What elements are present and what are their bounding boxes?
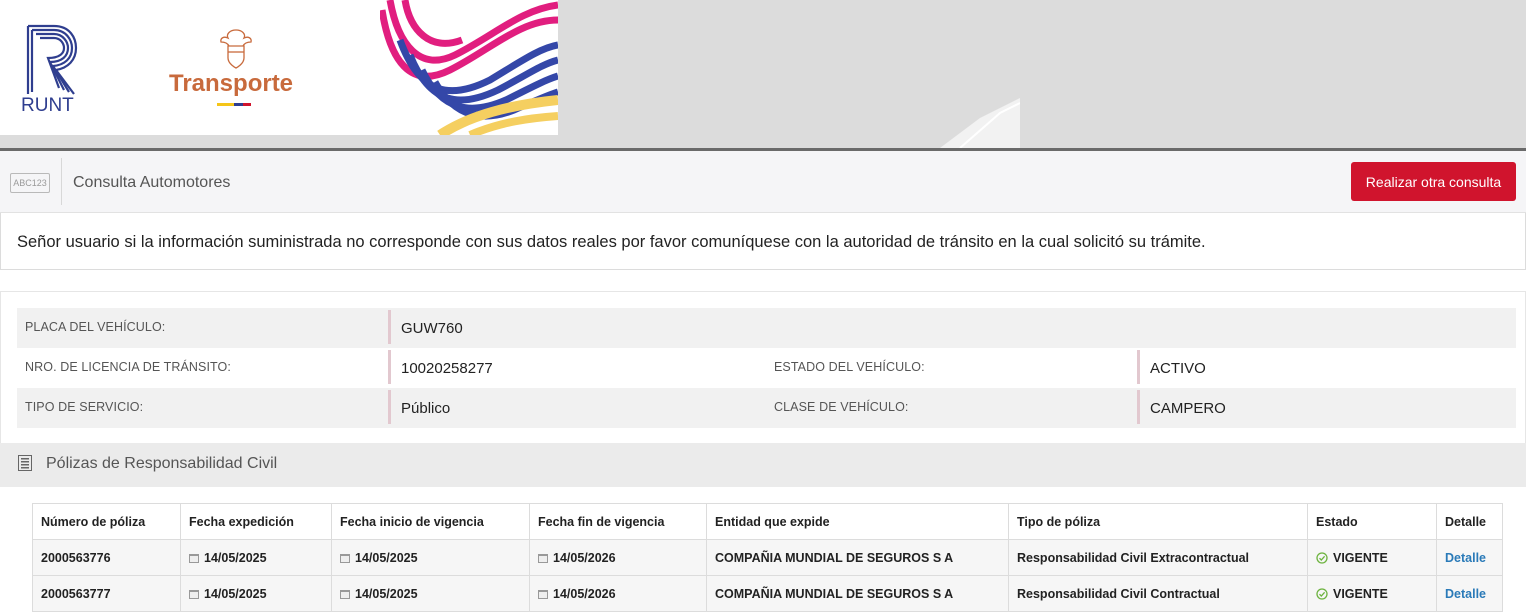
placa-label: PLACA DEL VEHÍCULO:	[25, 320, 166, 334]
fecha-expedicion: 14/05/2025	[204, 550, 267, 565]
col-expedicion: Fecha expedición	[180, 503, 332, 540]
detalle-link[interactable]: Detalle	[1445, 587, 1486, 601]
calendar-icon	[538, 589, 548, 599]
table-row: 2000563777 14/05/2025 14/05/2025 14/05/2…	[32, 575, 1503, 612]
calendar-icon	[189, 589, 199, 599]
col-inicio: Fecha inicio de vigencia	[331, 503, 530, 540]
placa-value: GUW760	[388, 310, 463, 344]
info-row-licencia: NRO. DE LICENCIA DE TRÁNSITO: 1002025827…	[17, 348, 1516, 388]
polizas-table: Número de póliza Fecha expedición Fecha …	[32, 503, 1503, 612]
fecha-expedicion-cell: 14/05/2025	[180, 575, 332, 612]
list-document-icon	[18, 455, 32, 471]
info-row-servicio: TIPO DE SERVICIO: Público CLASE DE VEHÍC…	[17, 388, 1516, 428]
decorative-waves	[380, 0, 558, 135]
check-circle-icon	[1316, 587, 1328, 600]
coat-of-arms-icon	[220, 29, 252, 69]
info-row-placa: PLACA DEL VEHÍCULO: GUW760	[17, 308, 1516, 348]
estado-value: VIGENTE	[1333, 550, 1388, 565]
calendar-icon	[189, 553, 199, 563]
entidad: COMPAÑIA MUNDIAL DE SEGUROS S A	[706, 539, 1009, 576]
col-fin: Fecha fin de vigencia	[529, 503, 707, 540]
ministry-logo-text: Transporte	[169, 70, 294, 97]
new-query-button[interactable]: Realizar otra consulta	[1351, 162, 1516, 201]
servicio-label: TIPO DE SERVICIO:	[25, 400, 144, 414]
fecha-fin: 14/05/2026	[553, 550, 616, 565]
fecha-expedicion: 14/05/2025	[204, 586, 267, 601]
decorative-mountain	[940, 98, 1020, 148]
fecha-inicio: 14/05/2025	[355, 550, 418, 565]
tipo-poliza: Responsabilidad Civil Extracontractual	[1008, 539, 1308, 576]
estado-vehiculo-label: ESTADO DEL VEHÍCULO:	[774, 360, 925, 374]
table-header-row: Número de póliza Fecha expedición Fecha …	[32, 503, 1503, 540]
polizas-table-container: Número de póliza Fecha expedición Fecha …	[32, 503, 1503, 612]
col-entidad: Entidad que expide	[706, 503, 1009, 540]
fecha-inicio-cell: 14/05/2025	[331, 575, 530, 612]
clase-label: CLASE DE VEHÍCULO:	[774, 400, 909, 414]
fecha-fin: 14/05/2026	[553, 586, 616, 601]
calendar-icon	[340, 589, 350, 599]
poliza-numero: 2000563777	[32, 575, 181, 612]
calendar-icon	[340, 553, 350, 563]
check-circle-icon	[1316, 551, 1328, 564]
page-header: ABC123 Consulta Automotores Realizar otr…	[0, 151, 1526, 213]
license-plate-icon: ABC123	[10, 173, 50, 193]
fecha-fin-cell: 14/05/2026	[529, 539, 707, 576]
estado-value: VIGENTE	[1333, 586, 1388, 601]
detalle-cell: Detalle	[1436, 539, 1503, 576]
estado-vehiculo-value: ACTIVO	[1137, 350, 1206, 384]
section-title: Pólizas de Responsabilidad Civil	[46, 455, 278, 472]
col-detalle: Detalle	[1436, 503, 1503, 540]
poliza-numero: 2000563776	[32, 539, 181, 576]
top-banner: RUNT Transporte	[0, 0, 1526, 148]
licencia-value: 10020258277	[388, 350, 493, 384]
col-tipo: Tipo de póliza	[1008, 503, 1308, 540]
fecha-inicio: 14/05/2025	[355, 586, 418, 601]
page-title: Consulta Automotores	[73, 174, 231, 191]
flag-bar	[217, 103, 251, 106]
vehicle-info-panel: PLACA DEL VEHÍCULO: GUW760 NRO. DE LICEN…	[0, 291, 1526, 444]
licencia-label: NRO. DE LICENCIA DE TRÁNSITO:	[25, 360, 231, 374]
estado-cell: VIGENTE	[1307, 575, 1437, 612]
tipo-poliza: Responsabilidad Civil Contractual	[1008, 575, 1308, 612]
banner-logos-area: RUNT Transporte	[0, 0, 558, 135]
fecha-expedicion-cell: 14/05/2025	[180, 539, 332, 576]
fecha-fin-cell: 14/05/2026	[529, 575, 707, 612]
clase-value: CAMPERO	[1137, 390, 1226, 424]
estado-cell: VIGENTE	[1307, 539, 1437, 576]
calendar-icon	[538, 553, 548, 563]
col-estado: Estado	[1307, 503, 1437, 540]
notice-text: Señor usuario si la información suminist…	[17, 233, 1206, 251]
table-row: 2000563776 14/05/2025 14/05/2025 14/05/2…	[32, 539, 1503, 576]
detalle-cell: Detalle	[1436, 575, 1503, 612]
header-divider	[61, 158, 62, 205]
detalle-link[interactable]: Detalle	[1445, 551, 1486, 565]
entidad: COMPAÑIA MUNDIAL DE SEGUROS S A	[706, 575, 1009, 612]
fecha-inicio-cell: 14/05/2025	[331, 539, 530, 576]
notice-box: Señor usuario si la información suminist…	[0, 213, 1526, 270]
col-numero: Número de póliza	[32, 503, 181, 540]
runt-logo-text: RUNT	[21, 95, 74, 116]
polizas-section-header[interactable]: Pólizas de Responsabilidad Civil	[0, 443, 1526, 487]
servicio-value: Público	[388, 390, 450, 424]
